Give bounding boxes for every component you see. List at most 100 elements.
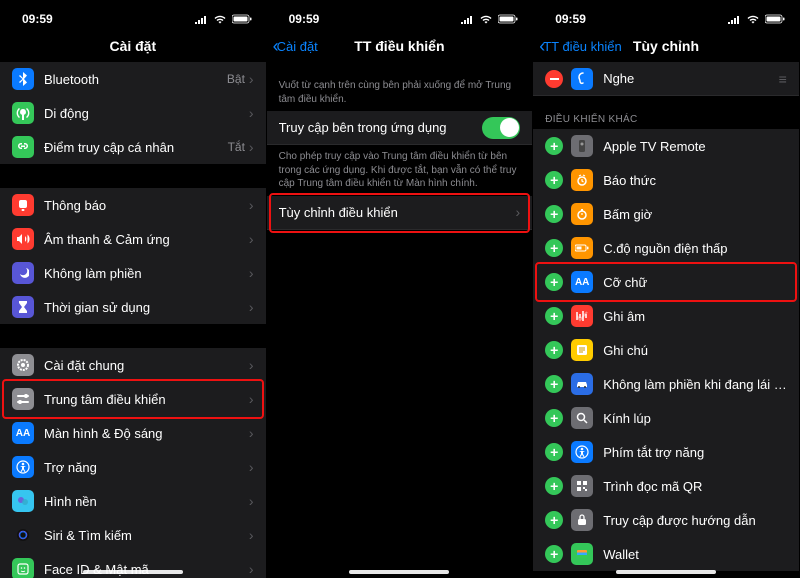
row-label: Face ID & Mật mã: [44, 562, 249, 577]
sw-icon: [571, 203, 593, 225]
remove-button[interactable]: [545, 70, 563, 88]
row-label: Nghe: [603, 71, 778, 86]
add-button[interactable]: +: [545, 545, 563, 563]
link-icon: [12, 136, 34, 158]
included-row[interactable]: Nghe≡: [533, 62, 799, 96]
row-th-i-gian-s-d-ng[interactable]: Thời gian sử dụng›: [0, 290, 266, 324]
chevron-right-icon: ›: [249, 561, 254, 577]
row-bluetooth[interactable]: BluetoothBật›: [0, 62, 266, 96]
access-note: Cho phép truy cập vào Trung tâm điều khi…: [267, 145, 533, 196]
row-label: Âm thanh & Cảm ứng: [44, 232, 249, 247]
row-value: Tắt: [228, 140, 245, 154]
settings-list[interactable]: BluetoothBật›Di động›Điểm truy cập cá nh…: [0, 62, 266, 578]
control-center-body[interactable]: Vuốt từ cạnh trên cùng bên phải xuống để…: [267, 62, 533, 578]
bat-icon: [571, 237, 593, 259]
row-label: Tùy chỉnh điều khiển: [279, 205, 516, 220]
vm-icon: [571, 305, 593, 327]
swipe-note: Vuốt từ cạnh trên cùng bên phải xuống để…: [267, 74, 533, 111]
lock-icon: [571, 509, 593, 531]
more-row[interactable]: + C.độ nguồn điện thấp: [533, 231, 799, 265]
row-label: Không làm phiền: [44, 266, 249, 281]
status-bar: 09:59: [533, 0, 799, 30]
car-icon: [571, 373, 593, 395]
row-tr-n-ng[interactable]: Trợ năng›: [0, 450, 266, 484]
more-row[interactable]: +Wallet: [533, 537, 799, 571]
chevron-right-icon: ›: [249, 527, 254, 543]
row-th-ng-b-o[interactable]: Thông báo›: [0, 188, 266, 222]
add-button[interactable]: +: [545, 239, 563, 257]
add-button[interactable]: +: [545, 375, 563, 393]
phone-settings: 09:59 Cài đặt BluetoothBật›Di động›Điểm …: [0, 0, 267, 578]
row--i-m-truy-c-p-c-nh-n[interactable]: Điểm truy cập cá nhânTắt›: [0, 130, 266, 164]
row-label: Phím tắt trợ năng: [603, 445, 787, 460]
row-customize-controls[interactable]: Tùy chỉnh điều khiển ›: [267, 196, 533, 230]
more-row[interactable]: +Truy cập được hướng dẫn: [533, 503, 799, 537]
row-kh-ng-l-m-phi-n[interactable]: Không làm phiền›: [0, 256, 266, 290]
row--m-thanh-c-m-ng[interactable]: Âm thanh & Cảm ứng›: [0, 222, 266, 256]
row-value: Bật: [227, 72, 245, 86]
home-indicator[interactable]: [83, 570, 183, 574]
customize-list[interactable]: Nghe≡ĐIỀU KHIỂN KHÁC+Apple TV Remote+Báo…: [533, 62, 799, 578]
chevron-right-icon: ›: [249, 197, 254, 213]
more-row[interactable]: + Apple TV Remote: [533, 129, 799, 163]
nav-back[interactable]: ‹Cài đặt: [273, 36, 318, 57]
reorder-handle[interactable]: ≡: [779, 71, 787, 87]
add-button[interactable]: +: [545, 341, 563, 359]
row-label: C.độ nguồn điện thấp: [603, 241, 787, 256]
home-indicator[interactable]: [349, 570, 449, 574]
row-label: Trợ năng: [44, 460, 249, 475]
row-label: Di động: [44, 106, 249, 121]
add-button[interactable]: +: [545, 443, 563, 461]
row-label: Màn hình & Độ sáng: [44, 426, 249, 441]
more-row[interactable]: +Báo thức: [533, 163, 799, 197]
add-button[interactable]: +: [545, 171, 563, 189]
row-access-in-apps[interactable]: Truy cập bên trong ứng dụng: [267, 111, 533, 145]
more-row[interactable]: + Phím tắt trợ năng: [533, 435, 799, 469]
add-button[interactable]: +: [545, 477, 563, 495]
more-row[interactable]: +Không làm phiền khi đang lái xe: [533, 367, 799, 401]
wal-icon: [571, 543, 593, 565]
add-button[interactable]: +: [545, 205, 563, 223]
chevron-right-icon: ›: [249, 391, 254, 407]
row-label: Bấm giờ: [603, 207, 787, 222]
status-time: 09:59: [555, 12, 586, 26]
add-button[interactable]: +: [545, 273, 563, 291]
row-h-nh-n-n[interactable]: Hình nền›: [0, 484, 266, 518]
add-button[interactable]: +: [545, 307, 563, 325]
status-bar: 09:59: [267, 0, 533, 30]
row-m-n-h-nh-s-ng[interactable]: AAMàn hình & Độ sáng›: [0, 416, 266, 450]
acc-icon: [571, 441, 593, 463]
siri-icon: [12, 524, 34, 546]
ctl-icon: [12, 388, 34, 410]
nav-back[interactable]: ‹TT điều khiển: [539, 36, 622, 57]
chevron-right-icon: ›: [249, 231, 254, 247]
more-row[interactable]: +Trình đọc mã QR: [533, 469, 799, 503]
note-icon: [571, 339, 593, 361]
status-time: 09:59: [289, 12, 320, 26]
more-row[interactable]: + Kính lúp: [533, 401, 799, 435]
row-face-id-m-t-m-[interactable]: Face ID & Mật mã›: [0, 552, 266, 578]
status-icons: [460, 14, 518, 24]
more-row[interactable]: +Ghi âm: [533, 299, 799, 333]
row-label: Kính lúp: [603, 411, 787, 426]
add-button[interactable]: +: [545, 511, 563, 529]
row-c-i-t-chung[interactable]: Cài đặt chung›: [0, 348, 266, 382]
face-icon: [12, 558, 34, 578]
home-indicator[interactable]: [616, 570, 716, 574]
more-row[interactable]: +AACỡ chữ: [533, 265, 799, 299]
chevron-right-icon: ›: [249, 139, 254, 155]
row-label: Cài đặt chung: [44, 358, 249, 373]
row-trung-t-m-i-u-khi-n[interactable]: Trung tâm điều khiển›: [0, 382, 266, 416]
mag-icon: [571, 407, 593, 429]
more-row[interactable]: + Bấm giờ: [533, 197, 799, 231]
row-di-ng[interactable]: Di động›: [0, 96, 266, 130]
add-button[interactable]: +: [545, 409, 563, 427]
row-label: Apple TV Remote: [603, 139, 787, 154]
nav-bar: ‹TT điều khiển Tùy chỉnh: [533, 30, 799, 62]
more-row[interactable]: +Ghi chú: [533, 333, 799, 367]
toggle-on[interactable]: [482, 117, 520, 139]
gear-icon: [12, 354, 34, 376]
wall-icon: [12, 490, 34, 512]
add-button[interactable]: +: [545, 137, 563, 155]
row-siri-t-m-ki-m[interactable]: Siri & Tìm kiếm›: [0, 518, 266, 552]
